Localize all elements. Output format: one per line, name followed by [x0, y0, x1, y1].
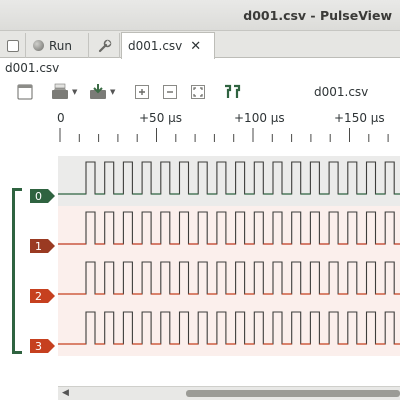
channel-tag-label: 0 — [35, 190, 42, 203]
close-icon[interactable]: ✕ — [190, 39, 201, 54]
checkbox-icon — [6, 39, 19, 52]
save-icon — [90, 84, 106, 99]
zoom-in-icon — [135, 85, 149, 99]
tab-bar: Run d001.csv ✕ — [0, 31, 400, 59]
zoom-in-button[interactable] — [134, 83, 150, 101]
scroll-left-icon[interactable]: ◀ — [62, 388, 69, 398]
open-caret-icon[interactable]: ▼ — [72, 88, 77, 96]
save-caret-icon[interactable]: ▼ — [110, 88, 115, 96]
channel-tag-label: 3 — [35, 340, 42, 353]
window-titlebar: d001.csv - PulseView — [0, 0, 400, 31]
channel-tag — [30, 239, 55, 253]
trace-area[interactable]: 0 1 2 3 — [0, 152, 400, 386]
tab-session-file[interactable]: d001.csv ✕ — [121, 32, 215, 59]
tab-new-session[interactable] — [0, 33, 26, 58]
zoom-fit-icon — [191, 85, 205, 99]
toolbar: ▼ ▼ d001.csv — [0, 79, 400, 105]
channel-background — [58, 256, 400, 306]
channel-background — [58, 306, 400, 356]
zoom-fit-button[interactable] — [190, 83, 206, 101]
tab-run[interactable]: Run — [27, 33, 89, 58]
signal-traces: 0 1 2 3 — [30, 156, 400, 356]
session-label: d001.csv — [5, 61, 60, 75]
channel-tag — [30, 189, 55, 203]
channel-tag — [30, 289, 55, 303]
open-file-button[interactable]: ▼ — [50, 83, 77, 101]
scrollbar-thumb[interactable] — [186, 390, 400, 397]
new-view-button[interactable] — [16, 83, 34, 101]
save-button[interactable]: ▼ — [88, 83, 115, 101]
device-label: d001.csv — [314, 85, 369, 99]
tab-file-label: d001.csv — [128, 39, 183, 53]
open-file-icon — [52, 83, 68, 99]
horizontal-scrollbar[interactable]: ◀ — [58, 386, 400, 400]
tab-settings[interactable] — [90, 33, 120, 58]
channel-background — [58, 156, 400, 206]
channel-tag-label: 2 — [35, 290, 42, 303]
new-view-icon — [17, 84, 33, 100]
wrench-icon — [98, 39, 111, 52]
channel-tag — [30, 339, 55, 353]
record-icon — [33, 40, 44, 51]
channel-tag-label: 1 — [35, 240, 42, 253]
zoom-out-icon — [163, 85, 177, 99]
zoom-out-button[interactable] — [162, 83, 178, 101]
cursor-button[interactable] — [222, 83, 242, 101]
cursor-icon — [225, 84, 241, 98]
time-ruler[interactable]: 0 +50 µs +100 µs +150 µs — [0, 106, 400, 152]
tab-run-label: Run — [49, 38, 73, 53]
channel-background — [58, 206, 400, 256]
window-title: d001.csv - PulseView — [243, 8, 392, 23]
ruler-ticks — [59, 128, 389, 142]
